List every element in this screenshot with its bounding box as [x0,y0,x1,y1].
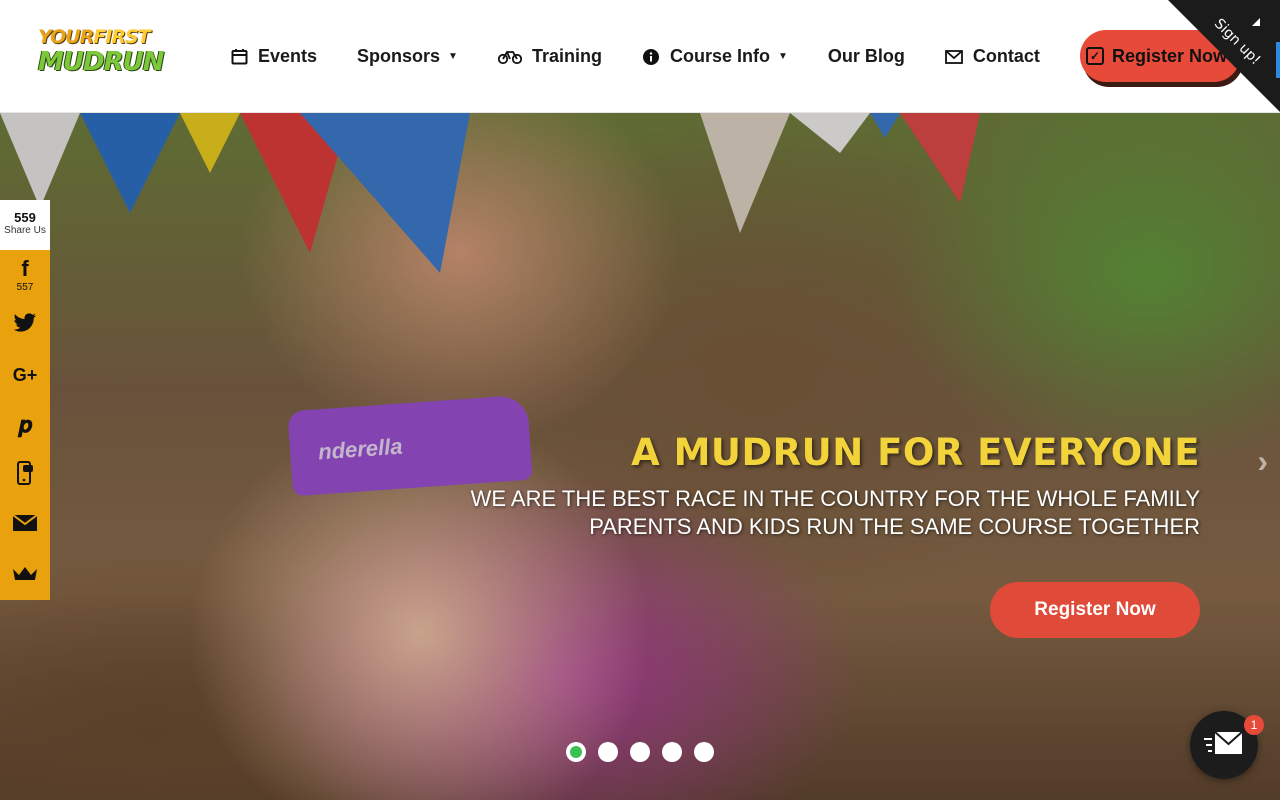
nav-course-info-label: Course Info [669,46,770,66]
hero-subtitle: WE ARE THE BEST RACE IN THE COUNTRY FOR … [471,485,1200,541]
share-google-plus-button[interactable]: G+ [0,350,50,400]
nav-contact[interactable]: Contact [944,46,1040,67]
envelope-icon [944,48,963,66]
share-sidebar: f 557 G+ 𝒑 [0,250,50,600]
envelope-icon [1204,729,1244,762]
share-twitter-button[interactable] [0,300,50,350]
share-sms-button[interactable] [0,450,50,500]
checkbox-icon: ✓ [1086,47,1104,65]
nav-our-blog-label: Our Blog [827,46,905,66]
chat-notification-badge: 1 [1244,715,1264,735]
share-pinterest-button[interactable]: 𝒑 [0,400,50,450]
nav-events[interactable]: Events [230,46,317,67]
caret-down-icon: ▼ [448,51,458,62]
crown-icon [12,565,38,586]
slider-next-arrow-icon[interactable]: › [1257,443,1268,480]
share-total: 559 [14,210,36,225]
main-nav: Events Sponsors ▼ Training Course Info ▼… [230,0,1080,113]
side-tab[interactable] [1276,42,1280,78]
facebook-share-count: 557 [16,281,34,293]
nav-training-label: Training [531,46,602,66]
nav-course-info[interactable]: Course Info ▼ [642,46,788,67]
share-email-button[interactable] [0,500,50,550]
slider-dot-5[interactable] [694,742,714,762]
nav-events-label: Events [258,46,318,66]
nav-sponsors[interactable]: Sponsors ▼ [357,46,458,67]
hero-title: A MUDRUN FOR EVERYONE [631,431,1200,474]
calendar-icon [230,48,248,66]
google-plus-icon: G+ [12,365,38,385]
hero-register-button[interactable]: Register Now [990,582,1200,638]
slider-dot-3[interactable] [630,742,650,762]
hero-slider: nderella A MUDRUN FOR EVERYONE WE ARE TH… [0,113,1280,800]
share-label: Share Us [4,225,46,236]
pinterest-icon: 𝒑 [18,412,32,437]
slider-dot-4[interactable] [662,742,682,762]
logo-word-first: FIRST [93,26,150,48]
slider-pagination [566,742,726,762]
nav-our-blog[interactable]: Our Blog [828,46,905,67]
slider-dot-1[interactable] [566,742,586,762]
logo-word-your: YOUR [38,26,94,48]
bicycle-icon [497,48,522,66]
twitter-icon [13,312,37,338]
facebook-icon: f [21,255,29,281]
share-facebook-button[interactable]: f 557 [0,250,50,300]
share-count-box: 559 Share Us [0,200,50,250]
hero-subtitle-line-2: PARENTS AND KIDS RUN THE SAME COURSE TOG… [589,514,1200,539]
email-icon [12,513,38,537]
slider-dot-2[interactable] [598,742,618,762]
site-header: YOURFIRST MUDRUN Events Sponsors ▼ Train… [0,0,1280,113]
nav-sponsors-label: Sponsors [357,46,441,66]
hero-subtitle-line-1: WE ARE THE BEST RACE IN THE COUNTRY FOR … [470,486,1200,511]
nav-contact-label: Contact [972,46,1040,66]
share-more-button[interactable] [0,550,50,600]
nav-training[interactable]: Training [497,46,602,67]
info-icon [642,48,660,66]
sms-icon [16,460,34,490]
page-fold-icon [1252,18,1260,26]
logo-word-mudrun: MUDRUN [38,47,164,77]
caret-down-icon: ▼ [777,51,788,62]
site-logo[interactable]: YOURFIRST MUDRUN [38,28,204,84]
